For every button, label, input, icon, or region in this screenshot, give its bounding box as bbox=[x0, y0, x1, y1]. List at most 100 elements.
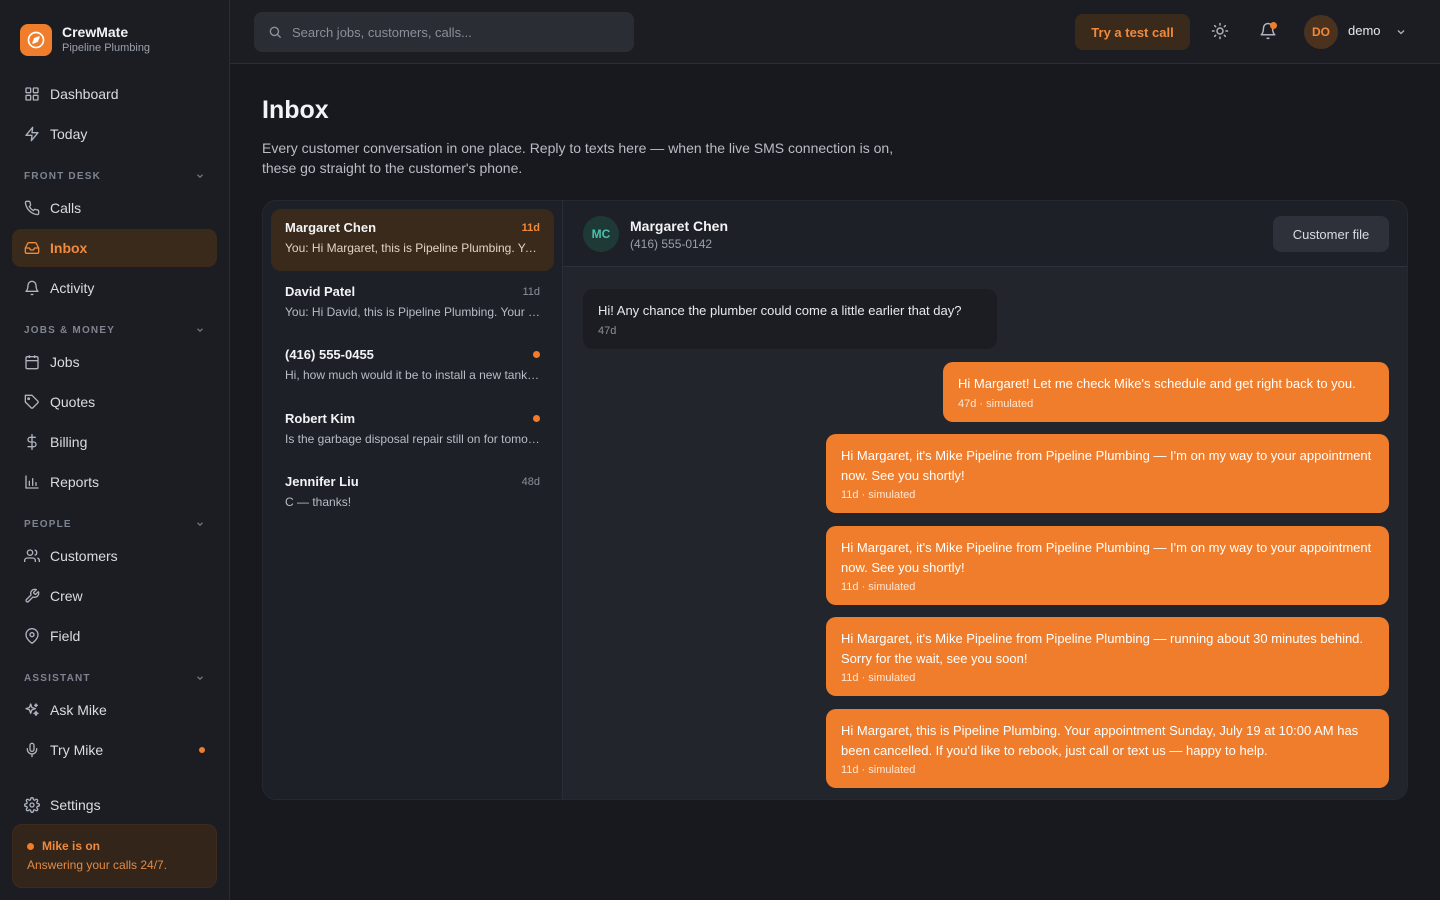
conversation-item[interactable]: David Patel 11d You: Hi David, this is P… bbox=[271, 273, 554, 335]
nav-label-try-mike: Try Mike bbox=[50, 742, 104, 758]
conversation-name: Margaret Chen bbox=[285, 220, 377, 235]
message-meta: 11d · simulated bbox=[841, 489, 916, 501]
conversation-time: 48d bbox=[521, 476, 540, 488]
nav-item-customers[interactable]: Customers bbox=[12, 537, 217, 575]
assistant-status-card: Mike is on Answering your calls 24/7. bbox=[12, 824, 217, 888]
status-dot bbox=[27, 842, 34, 850]
customer-file-button[interactable]: Customer file bbox=[1273, 216, 1389, 252]
nav-item-inbox[interactable]: Inbox bbox=[12, 229, 217, 267]
message-bubble-incoming: Hi! Any chance the plumber could come a … bbox=[583, 289, 997, 349]
conversation-name: Robert Kim bbox=[285, 410, 356, 426]
nav-label-calls: Calls bbox=[50, 200, 82, 216]
nav-item-ask-mike[interactable]: Ask Mike bbox=[12, 691, 217, 729]
tag-icon bbox=[24, 394, 40, 410]
section-label-jobs-money: JOBS & MONEY bbox=[24, 324, 116, 336]
contact-phone: (416) 555-0142 bbox=[630, 237, 713, 251]
message-bubble-outgoing: Hi Margaret, it's Mike Pipeline from Pip… bbox=[826, 617, 1389, 696]
message-meta: 11d · simulated bbox=[841, 764, 916, 776]
section-label-assistant: ASSISTANT bbox=[24, 672, 91, 684]
nav-item-activity[interactable]: Activity bbox=[12, 269, 217, 307]
brand[interactable]: CrewMate Pipeline Plumbing bbox=[20, 24, 150, 56]
lightning-icon bbox=[24, 126, 40, 142]
conversation-item[interactable]: Robert Kim Is the garbage disposal repai… bbox=[271, 400, 554, 462]
message-list[interactable]: Hi! Any chance the plumber could come a … bbox=[563, 267, 1407, 799]
search-icon bbox=[268, 25, 282, 39]
nav-label-customers: Customers bbox=[50, 548, 118, 564]
nav-item-try-mike[interactable]: Try Mike bbox=[12, 731, 217, 769]
section-label-front-desk: FRONT DESK bbox=[24, 170, 101, 182]
message-text: Hi! Any chance the plumber could come a … bbox=[598, 303, 962, 318]
conversation-preview: Is the garbage disposal repair still on … bbox=[285, 431, 541, 446]
section-jobs-money[interactable]: JOBS & MONEY bbox=[12, 321, 217, 339]
section-people[interactable]: PEOPLE bbox=[12, 515, 217, 533]
top-bar: Try a test call DO demo bbox=[230, 0, 1440, 64]
conversation-time: 11d bbox=[521, 222, 540, 234]
brand-name: CrewMate bbox=[62, 24, 129, 40]
nav-item-jobs[interactable]: Jobs bbox=[12, 343, 217, 381]
wrench-icon bbox=[24, 588, 40, 604]
conversation-item[interactable]: (416) 555-0455 Hi, how much would it be … bbox=[271, 336, 554, 398]
conversation-item[interactable]: Margaret Chen 11d You: Hi Margaret, this… bbox=[271, 209, 554, 271]
sparkles-icon bbox=[24, 702, 40, 718]
nav-item-today[interactable]: Today bbox=[12, 115, 217, 153]
sun-icon[interactable] bbox=[1211, 22, 1229, 40]
nav-item-calls[interactable]: Calls bbox=[12, 189, 217, 227]
nav-item-billing[interactable]: Billing bbox=[12, 423, 217, 461]
user-name[interactable]: demo bbox=[1348, 23, 1381, 38]
nav-item-quotes[interactable]: Quotes bbox=[12, 383, 217, 421]
message-text: Hi Margaret, this is Pipeline Plumbing. … bbox=[841, 723, 1359, 758]
search-input[interactable] bbox=[292, 24, 612, 40]
compass-logo-icon bbox=[20, 24, 52, 56]
nav-label-reports: Reports bbox=[50, 474, 100, 490]
conversation-name: (416) 555-0455 bbox=[285, 347, 374, 362]
message-thread: MC Margaret Chen (416) 555-0142 Customer… bbox=[563, 201, 1407, 799]
nav-label-today: Today bbox=[50, 126, 88, 142]
conversation-preview: C — thanks! bbox=[285, 495, 352, 509]
sidebar: CrewMate Pipeline Plumbing Dashboard Tod… bbox=[0, 0, 230, 900]
nav-item-reports[interactable]: Reports bbox=[12, 463, 217, 501]
nav-item-field[interactable]: Field bbox=[12, 617, 217, 655]
nav-label-inbox: Inbox bbox=[50, 240, 88, 256]
search-box[interactable] bbox=[254, 12, 634, 52]
section-assistant[interactable]: ASSISTANT bbox=[12, 669, 217, 687]
thread-header: MC Margaret Chen (416) 555-0142 Customer… bbox=[563, 201, 1407, 267]
message-meta: 11d · simulated bbox=[841, 581, 916, 593]
gear-icon bbox=[24, 797, 40, 813]
nav-item-dashboard[interactable]: Dashboard bbox=[12, 75, 217, 113]
conversation-name: Jennifer Liu bbox=[285, 474, 359, 489]
dollar-icon bbox=[24, 434, 40, 450]
users-icon bbox=[24, 548, 40, 564]
nav-label-activity: Activity bbox=[50, 280, 95, 296]
nav-item-crew[interactable]: Crew bbox=[12, 577, 217, 615]
nav-label-ask-mike: Ask Mike bbox=[50, 702, 107, 718]
inbox-panel: Margaret Chen 11d You: Hi Margaret, this… bbox=[262, 200, 1408, 800]
notification-dot bbox=[199, 747, 205, 753]
message-text: Hi Margaret, it's Mike Pipeline from Pip… bbox=[841, 448, 1372, 483]
contact-name: Margaret Chen bbox=[630, 218, 729, 234]
conversation-preview: You: Hi Margaret, this is Pipeline Plumb… bbox=[285, 241, 541, 255]
grid-icon bbox=[24, 86, 40, 102]
nav-item-settings[interactable]: Settings bbox=[12, 786, 217, 824]
status-subtitle: Answering your calls 24/7. bbox=[27, 858, 168, 872]
nav-label-field: Field bbox=[50, 628, 81, 644]
chevron-down-icon[interactable] bbox=[1395, 26, 1407, 38]
chevron-down-icon bbox=[195, 673, 205, 683]
section-front-desk[interactable]: FRONT DESK bbox=[12, 167, 217, 185]
try-test-call-button[interactable]: Try a test call bbox=[1075, 14, 1190, 50]
avatar[interactable]: DO bbox=[1304, 15, 1338, 49]
chevron-down-icon bbox=[195, 325, 205, 335]
notification-dot bbox=[1270, 22, 1277, 29]
section-label-people: PEOPLE bbox=[24, 518, 72, 530]
conversation-time: 11d bbox=[522, 285, 540, 298]
contact-avatar: MC bbox=[583, 216, 619, 252]
message-bubble-outgoing: Hi Margaret! Let me check Mike's schedul… bbox=[943, 362, 1389, 422]
message-meta: 11d · simulated bbox=[841, 672, 916, 684]
conversation-item[interactable]: Jennifer Liu 48d C — thanks! bbox=[271, 463, 554, 525]
settings-area: Settings bbox=[12, 786, 217, 826]
conversation-list: Margaret Chen 11d You: Hi Margaret, this… bbox=[263, 201, 563, 799]
message-text: Hi Margaret, it's Mike Pipeline from Pip… bbox=[841, 631, 1364, 666]
page-description: Every customer conversation in one place… bbox=[262, 140, 894, 176]
map-pin-icon bbox=[24, 628, 40, 644]
message-meta: 47d bbox=[598, 324, 617, 337]
unread-dot bbox=[533, 351, 540, 358]
